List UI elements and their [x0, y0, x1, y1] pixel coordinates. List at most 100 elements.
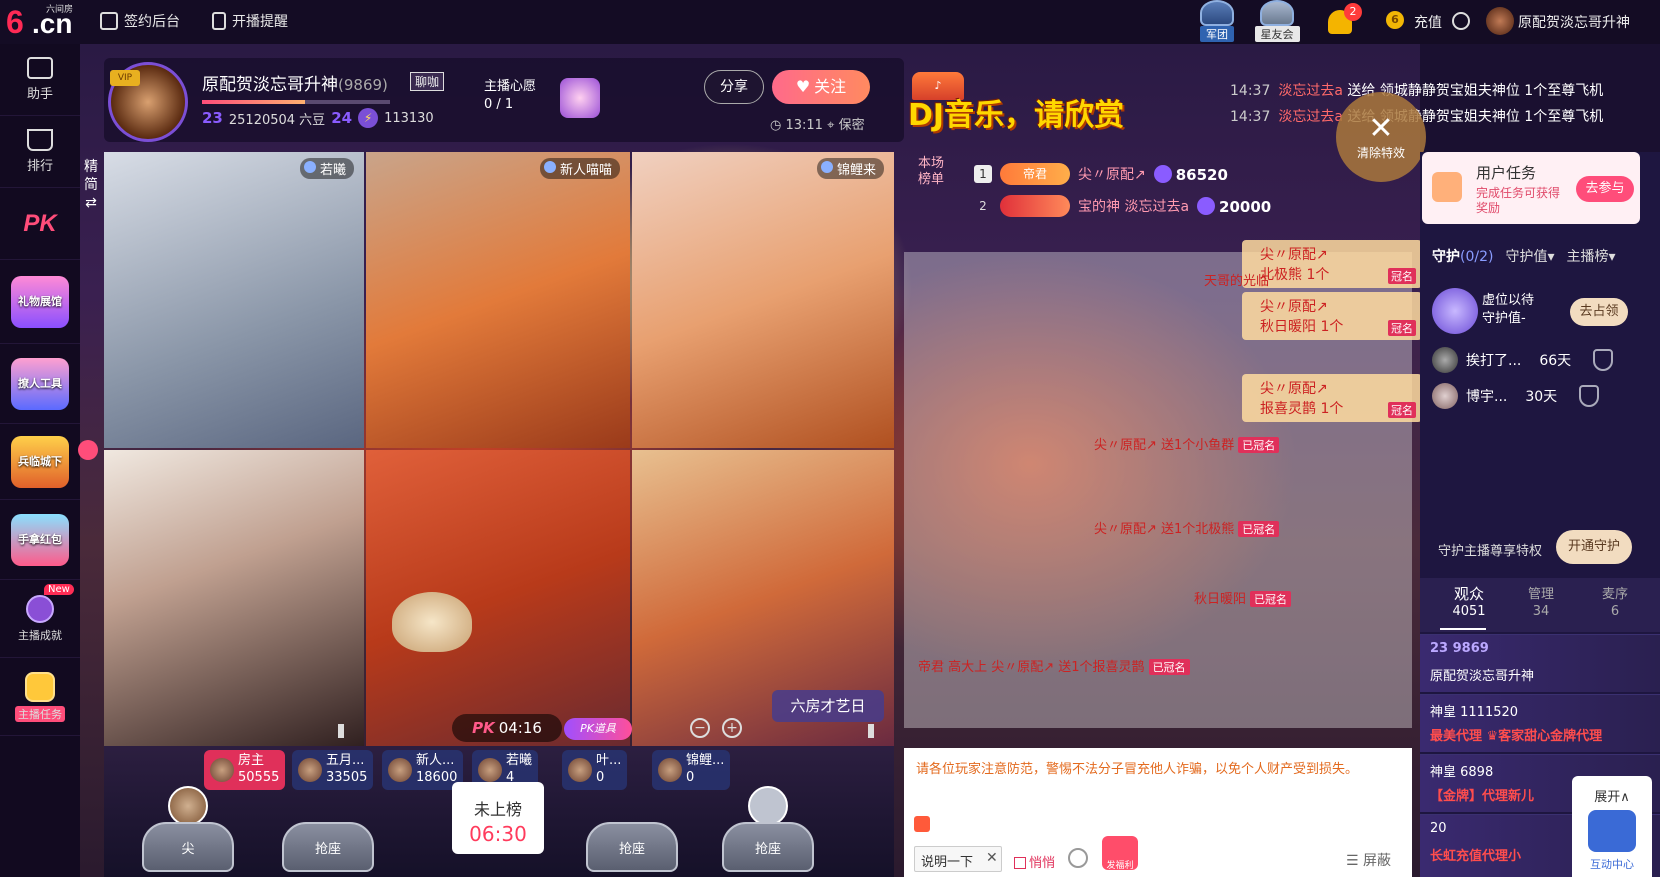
open-guard-button[interactable]: 开通守护 — [1556, 530, 1632, 564]
audience-item[interactable]: 神皇 1111520 最美代理 ♛客家甜心金牌代理 — [1420, 694, 1660, 752]
user-menu[interactable]: 原配贺淡忘哥升神 — [1518, 12, 1630, 32]
gift-box-icon: 礼物展馆 — [11, 275, 69, 328]
expand-interaction-center[interactable]: 展开∧ 互动中心 — [1572, 776, 1652, 877]
seat-grab-button[interactable]: 抢座 — [716, 786, 820, 874]
site-logo[interactable]: 6 .cn 六间房 — [6, 2, 84, 42]
share-button[interactable]: 分享 — [704, 70, 764, 104]
clear-effects-button[interactable]: ✕ 清除特效 — [1336, 92, 1426, 182]
tab-guard-value[interactable]: 守护值▾ — [1505, 246, 1554, 266]
occupy-button[interactable]: 去占领 — [1570, 298, 1628, 326]
sidebar-item-task[interactable]: 主播任务 — [0, 658, 80, 736]
emoji-icon[interactable] — [1068, 848, 1088, 868]
tab-audience[interactable]: 观众 4051 — [1434, 586, 1504, 620]
avatar — [1432, 383, 1458, 409]
avatar — [748, 786, 788, 826]
volume-icon[interactable] — [338, 724, 354, 738]
sidebar-item-assistant[interactable]: 助手 — [0, 44, 80, 116]
tab-guard[interactable]: 守护(0/2) — [1432, 246, 1493, 266]
sidebar-item-game2[interactable]: 手拿红包 — [0, 500, 80, 580]
video-cell[interactable]: 若曦 — [104, 152, 364, 448]
army-button[interactable]: 军团 — [1190, 0, 1244, 42]
new-badge: New — [44, 584, 74, 595]
pk-timer: PK 04:16 — [452, 714, 562, 742]
broadcast-reminder-link[interactable]: 开播提醒 — [212, 11, 288, 31]
sidebar-item-gift-hall[interactable]: 礼物展馆 — [0, 260, 80, 344]
block-button[interactable]: ☰ 屏蔽 — [1346, 850, 1391, 870]
guard-tabs: 守护(0/2) 守护值▾ 主播榜▾ — [1432, 246, 1616, 266]
avatar — [298, 758, 322, 782]
tab-admin[interactable]: 管理 34 — [1506, 586, 1576, 620]
rank-chip[interactable]: 新人... 18600 — [382, 750, 464, 790]
level-progress-fill — [202, 100, 306, 104]
anchor-wish[interactable]: 主播心愿 0 / 1 — [484, 78, 536, 114]
whisper-checkbox[interactable]: 悄悄 — [1014, 852, 1055, 871]
session-rank-title[interactable]: 本场榜单 — [918, 156, 948, 188]
chat-message-list[interactable]: 尖〃原配↗ 北极熊 1个 冠名 天哥的光临 尖〃原配↗ 秋日暖阳 1个 冠名 尖… — [904, 240, 1422, 728]
vip-icon: VIP — [110, 70, 140, 86]
sidebar-item-ranking[interactable]: 排行 — [0, 116, 80, 188]
seat-occupied[interactable]: 尖 — [136, 786, 240, 874]
sidebar-item-pk[interactable]: PK — [0, 188, 80, 260]
zoom-in-icon[interactable]: + — [722, 718, 742, 738]
seat-grab-button[interactable]: 抢座 — [276, 808, 380, 874]
pk-props-button[interactable]: PK道具 — [564, 718, 632, 740]
seat-grab-button[interactable]: 抢座 — [580, 808, 684, 874]
video-cell[interactable]: 新人喵喵 — [366, 152, 630, 448]
avatar — [658, 758, 682, 782]
tab-anchor-rank[interactable]: 主播榜▾ — [1567, 246, 1616, 266]
close-icon: ✕ — [1368, 110, 1394, 146]
logo-six: 6 — [6, 4, 24, 40]
zoom-out-icon[interactable]: − — [690, 718, 710, 738]
rank-row[interactable]: 1 帝君 尖〃原配↗ 86520 — [974, 160, 1228, 188]
video-cell[interactable] — [104, 450, 364, 746]
rank-chip[interactable]: 五月... 33505 — [292, 750, 374, 790]
notification-count-badge: 2 — [1344, 3, 1362, 21]
rank-chip[interactable]: 锦鲤... 0 — [652, 750, 731, 790]
recharge-link[interactable]: 充值 — [1414, 12, 1442, 32]
audience-tabs: 观众 4051 管理 34 麦序 6 — [1420, 578, 1660, 632]
user-task-card: 用户任务 完成任务可获得奖励 去参与 — [1422, 152, 1640, 224]
level-progress-bar — [202, 100, 390, 104]
rank-row[interactable]: 2 宝的神 淡忘过去a 20000 — [974, 192, 1271, 220]
rank-chip[interactable]: 叶... 0 — [562, 750, 628, 790]
tab-mic-queue[interactable]: 麦序 6 — [1580, 586, 1650, 620]
toolbox-icon — [27, 57, 53, 79]
anchor-name[interactable]: 原配贺淡忘哥升神(9869) — [202, 70, 388, 95]
sign-backend-link[interactable]: 签约后台 — [100, 11, 180, 31]
star-club-button[interactable]: 星友会 — [1250, 0, 1304, 42]
speaker-icon[interactable] — [914, 816, 930, 832]
location-icon: ⌖ — [827, 118, 835, 133]
close-icon[interactable]: ✕ — [986, 850, 998, 866]
red-packet-button[interactable]: 发福利 — [1102, 836, 1138, 871]
sidebar-item-achievement[interactable]: New 主播成就 — [0, 580, 80, 658]
chat-tag[interactable]: 聊咖 — [410, 72, 445, 91]
interaction-center-icon — [1588, 810, 1636, 852]
guard-row[interactable]: 挨打了... 66天 — [1432, 346, 1614, 374]
avatar — [210, 758, 234, 782]
audience-item[interactable]: 23 9869 原配贺淡忘哥升神 — [1420, 634, 1660, 692]
wish-badge-icon[interactable] — [560, 78, 600, 118]
streamer-header: VIP 原配贺淡忘哥升神(9869) 聊咖 23 25120504 六豆 24 … — [104, 58, 904, 142]
talent-day-button[interactable]: 六房才艺日 — [772, 690, 884, 722]
user-avatar[interactable] — [1486, 7, 1514, 35]
lightning-icon — [1197, 196, 1216, 215]
video-cell[interactable]: 锦鲤来 — [632, 152, 894, 448]
avatar — [478, 758, 502, 782]
follow-button[interactable]: ♥ 关注 — [772, 70, 870, 104]
tab-underline — [1440, 628, 1486, 630]
gift-popup: 尖〃原配↗ 报喜灵鹊 1个 冠名 — [1242, 374, 1422, 422]
volume-icon[interactable] — [868, 724, 884, 738]
sidebar-item-tools[interactable]: 撩人工具 — [0, 344, 80, 424]
sidebar-item-game[interactable]: 兵临城下 — [0, 424, 80, 500]
star-club-icon — [1260, 0, 1294, 26]
swap-icon: ⇄ — [85, 195, 97, 211]
simplify-toggle[interactable]: 精简 ⇄ — [82, 158, 100, 212]
guard-row[interactable]: 博宇... 30天 — [1432, 382, 1600, 410]
top-navigation-bar: 6 .cn 六间房 签约后台 开播提醒 军团 星友会 2 6 充值 原配贺淡忘哥… — [0, 0, 1660, 44]
rank-chip-host[interactable]: 房主 50555 — [204, 750, 286, 790]
menu-icon[interactable] — [1452, 12, 1470, 30]
gift-popup: 尖〃原配↗ 秋日暖阳 1个 冠名 — [1242, 292, 1422, 340]
on-mic-countdown: 未上榜 06:30 — [452, 782, 544, 854]
join-task-button[interactable]: 去参与 — [1576, 176, 1634, 202]
grid-icon[interactable] — [78, 440, 98, 460]
